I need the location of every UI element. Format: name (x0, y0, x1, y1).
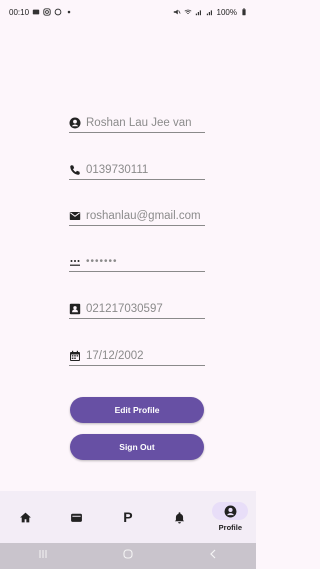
password-value: ••••••• (86, 255, 118, 267)
signal-icon-2 (206, 8, 214, 16)
dot-icon (65, 8, 73, 16)
birthdate-field[interactable]: 17/12/2002 (69, 348, 205, 366)
account-circle-icon (69, 117, 81, 129)
home-circle-icon (123, 549, 133, 559)
message-icon (32, 8, 40, 16)
sign-out-button[interactable]: Sign Out (70, 434, 204, 460)
phone-value: 0139730111 (86, 163, 149, 176)
wallet-icon (71, 513, 83, 522)
mail-icon (69, 210, 81, 222)
signal-icon (195, 8, 203, 16)
birthdate-value: 17/12/2002 (86, 349, 144, 362)
nav-item-wallet[interactable] (55, 494, 99, 540)
email-field[interactable]: roshanlau@gmail.com (69, 208, 205, 226)
home-button[interactable] (122, 547, 134, 565)
email-value: roshanlau@gmail.com (86, 209, 201, 222)
mute-icon (173, 8, 181, 16)
bottom-navigation: P Profile (0, 491, 256, 543)
calendar-icon (69, 350, 81, 362)
wifi-icon (184, 8, 192, 16)
ic-number-value: 021217030597 (86, 302, 163, 315)
threads-icon (54, 8, 62, 16)
nav-item-parking[interactable]: P (106, 494, 150, 540)
back-icon (210, 549, 216, 559)
instagram-icon (43, 8, 51, 16)
recents-button[interactable] (37, 547, 49, 565)
nav-label-profile: Profile (218, 523, 243, 532)
battery-icon (240, 8, 248, 16)
battery-percent: 100% (216, 7, 237, 17)
nav-item-home[interactable] (4, 494, 48, 540)
back-button[interactable] (207, 547, 219, 565)
id-card-icon (69, 303, 81, 315)
bell-icon (174, 511, 184, 523)
active-indicator (212, 502, 249, 520)
nav-item-profile[interactable]: Profile (208, 494, 252, 540)
parking-icon: P (123, 509, 133, 525)
name-field[interactable]: Roshan Lau Jee van (69, 115, 205, 133)
system-navigation-bar (0, 543, 256, 569)
account-circle-icon (224, 505, 237, 517)
ic-number-field[interactable]: 021217030597 (69, 301, 205, 319)
nav-item-notifications[interactable] (157, 494, 201, 540)
status-right: 100% (173, 8, 248, 17)
home-icon (20, 512, 32, 522)
phone-icon (69, 164, 81, 176)
password-field[interactable]: ••••••• (69, 254, 205, 272)
name-value: Roshan Lau Jee van (86, 116, 192, 129)
status-time: 00:10 (9, 7, 30, 17)
recents-icon (39, 550, 47, 558)
phone-field[interactable]: 0139730111 (69, 162, 205, 180)
password-icon (69, 256, 81, 268)
edit-profile-button[interactable]: Edit Profile (70, 397, 204, 423)
status-left: 00:10 (9, 8, 73, 17)
status-bar: 00:10 100% (0, 0, 256, 24)
